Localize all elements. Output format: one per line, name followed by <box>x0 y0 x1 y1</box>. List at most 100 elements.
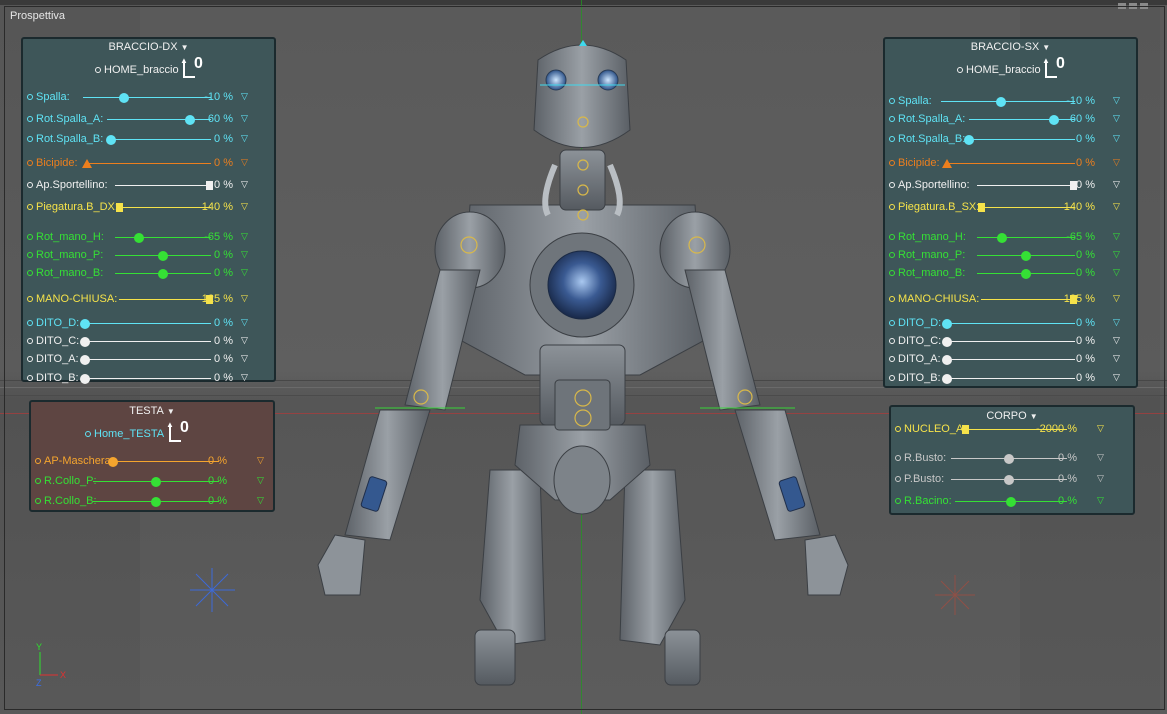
chevron-down-icon[interactable]: ▽ <box>257 455 264 466</box>
panel-title[interactable]: BRACCIO-DX ▼ <box>23 41 274 53</box>
slider-row-dito-b[interactable]: DITO_B: 0 % ▽ <box>23 372 274 386</box>
slider-row-dito-c[interactable]: DITO_C: 0 % ▽ <box>885 335 1136 349</box>
slider-handle[interactable] <box>118 93 129 103</box>
slider-row-spalla[interactable]: Spalla: -10 % ▽ <box>885 95 1136 109</box>
slider-label[interactable]: Rot.Spalla_B: <box>889 133 965 145</box>
slider-label[interactable]: Rot.Spalla_A: <box>889 113 965 125</box>
slider-handle[interactable] <box>82 159 92 168</box>
chevron-down-icon[interactable]: ▽ <box>241 267 248 278</box>
chevron-down-icon[interactable]: ▽ <box>1113 317 1120 328</box>
slider-row-dito-a[interactable]: DITO_A: 0 % ▽ <box>885 353 1136 367</box>
slider-track[interactable] <box>981 299 1075 300</box>
slider-row-dito-b[interactable]: DITO_B: 0 % ▽ <box>885 372 1136 386</box>
slider-track[interactable] <box>969 139 1075 140</box>
chevron-down-icon[interactable]: ▽ <box>241 231 248 242</box>
slider-track[interactable] <box>969 119 1075 120</box>
slider-row-piegatura-b-dx[interactable]: Piegatura.B_DX: 140 % ▽ <box>23 201 274 215</box>
slider-row-mano-chiusa[interactable]: MANO-CHIUSA: 125 % ▽ <box>885 293 1136 307</box>
slider-row-bicipide[interactable]: Bicipide: 0 % ▽ <box>23 157 274 171</box>
chevron-down-icon[interactable]: ▽ <box>241 317 248 328</box>
slider-row-ap-sportellino[interactable]: Ap.Sportellino: 0 % ▽ <box>885 179 1136 193</box>
slider-row-p-busto[interactable]: P.Busto: 0 % ▽ <box>891 473 1133 487</box>
slider-label[interactable]: P.Busto: <box>895 473 944 485</box>
slider-track[interactable] <box>111 139 211 140</box>
chevron-down-icon[interactable]: ▽ <box>1113 267 1120 278</box>
slider-handle[interactable] <box>964 135 974 145</box>
chevron-down-icon[interactable]: ▽ <box>241 133 248 144</box>
slider-track[interactable] <box>947 163 1075 164</box>
chevron-down-icon[interactable]: ▽ <box>1113 113 1120 124</box>
slider-handle[interactable] <box>996 233 1007 243</box>
slider-row-dito-d[interactable]: DITO_D: 0 % ▽ <box>885 317 1136 331</box>
chevron-down-icon[interactable]: ▽ <box>257 475 264 486</box>
panel-title[interactable]: BRACCIO-SX ▼ <box>885 41 1136 53</box>
slider-label[interactable]: Ap.Sportellino: <box>27 179 108 191</box>
chevron-down-icon[interactable]: ▽ <box>257 495 264 506</box>
3d-viewport[interactable]: Prospettiva Y X Z BRACCIO-DX ▼ HOME_brac… <box>0 0 1167 714</box>
slider-handle[interactable] <box>158 251 168 261</box>
slider-label[interactable]: Rot_mano_B: <box>27 267 103 279</box>
slider-label[interactable]: Piegatura.B_DX: <box>27 201 118 213</box>
slider-label[interactable]: Rot_mano_H: <box>889 231 966 243</box>
slider-track[interactable] <box>947 378 1075 379</box>
slider-handle[interactable] <box>80 337 90 347</box>
slider-handle[interactable] <box>80 374 90 384</box>
slider-track[interactable] <box>85 323 211 324</box>
slider-row-dito-c[interactable]: DITO_C: 0 % ▽ <box>23 335 274 349</box>
chevron-down-icon[interactable]: ▽ <box>1113 133 1120 144</box>
chevron-down-icon[interactable]: ▽ <box>1097 495 1104 506</box>
slider-handle[interactable] <box>151 477 161 487</box>
chevron-down-icon[interactable]: ▽ <box>1113 335 1120 346</box>
slider-row-r-busto[interactable]: R.Busto: 0 % ▽ <box>891 452 1133 466</box>
slider-label[interactable]: Rot.Spalla_B: <box>27 133 103 145</box>
panel-title[interactable]: TESTA ▼ <box>31 405 273 417</box>
slider-handle[interactable] <box>116 203 123 212</box>
slider-track[interactable] <box>947 323 1075 324</box>
home-testa-button[interactable]: Home_TESTA <box>85 428 164 440</box>
slider-row-spalla[interactable]: Spalla: -10 % ▽ <box>23 91 274 105</box>
slider-handle[interactable] <box>942 374 952 384</box>
chevron-down-icon[interactable]: ▽ <box>241 353 248 364</box>
slider-row-ap-maschera[interactable]: AP-Maschera: 0 % ▽ <box>31 455 273 469</box>
slider-label[interactable]: Spalla: <box>889 95 932 107</box>
slider-label[interactable]: DITO_D: <box>889 317 941 329</box>
chevron-down-icon[interactable]: ▽ <box>1113 201 1120 212</box>
slider-label[interactable]: Rot_mano_B: <box>889 267 965 279</box>
slider-row-r-collo-p[interactable]: R.Collo_P: 0 % ▽ <box>31 475 273 489</box>
slider-label[interactable]: Rot_mano_P: <box>889 249 965 261</box>
slider-row-dito-d[interactable]: DITO_D: 0 % ▽ <box>23 317 274 331</box>
slider-track[interactable] <box>121 207 211 208</box>
slider-row-ap-sportellino[interactable]: Ap.Sportellino: 0 % ▽ <box>23 179 274 193</box>
slider-label[interactable]: Piegatura.B_SX: <box>889 201 979 213</box>
slider-handle[interactable] <box>962 425 969 434</box>
slider-handle[interactable] <box>106 135 116 145</box>
slider-row-rot-mano-p[interactable]: Rot_mano_P: 0 % ▽ <box>885 249 1136 263</box>
slider-label[interactable]: Spalla: <box>27 91 70 103</box>
slider-label[interactable]: Bicipide: <box>889 157 940 169</box>
slider-track[interactable] <box>941 101 1075 102</box>
slider-handle[interactable] <box>108 457 118 467</box>
slider-label[interactable]: Rot_mano_P: <box>27 249 103 261</box>
slider-row-piegatura-b-sx[interactable]: Piegatura.B_SX: 140 % ▽ <box>885 201 1136 215</box>
slider-label[interactable]: MANO-CHIUSA: <box>889 293 979 305</box>
slider-handle[interactable] <box>185 115 196 125</box>
slider-handle[interactable] <box>1006 497 1016 507</box>
slider-handle[interactable] <box>1004 454 1014 464</box>
slider-handle[interactable] <box>206 181 213 190</box>
slider-row-bicipide[interactable]: Bicipide: 0 % ▽ <box>885 157 1136 171</box>
home-braccio-button[interactable]: HOME_braccio <box>95 64 179 76</box>
chevron-down-icon[interactable]: ▽ <box>1113 231 1120 242</box>
slider-label[interactable]: AP-Maschera: <box>35 455 114 467</box>
slider-handle[interactable] <box>996 97 1007 107</box>
slider-handle[interactable] <box>942 355 952 365</box>
slider-row-dito-a[interactable]: DITO_A: 0 % ▽ <box>23 353 274 367</box>
slider-track[interactable] <box>85 378 211 379</box>
chevron-down-icon[interactable]: ▽ <box>1113 353 1120 364</box>
slider-handle[interactable] <box>80 355 90 365</box>
slider-handle[interactable] <box>151 497 161 507</box>
chevron-down-icon[interactable]: ▽ <box>241 91 248 102</box>
chevron-down-icon[interactable]: ▽ <box>1113 95 1120 106</box>
slider-label[interactable]: DITO_B: <box>889 372 941 384</box>
slider-track[interactable] <box>87 163 211 164</box>
slider-row-rot-mano-b[interactable]: Rot_mano_B: 0 % ▽ <box>885 267 1136 281</box>
